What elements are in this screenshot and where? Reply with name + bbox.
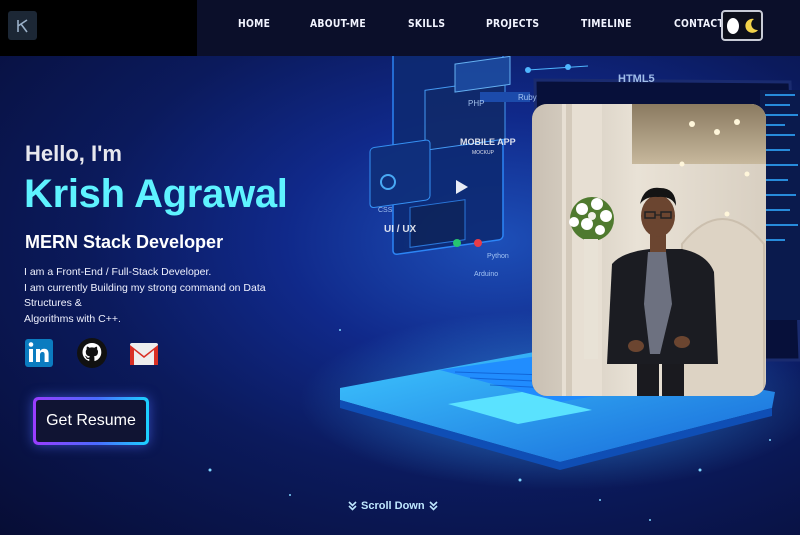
- brand-area: [0, 0, 197, 56]
- linkedin-icon: [25, 339, 53, 367]
- double-chevron-down-icon: [428, 501, 438, 511]
- gmail-icon: [130, 343, 158, 365]
- k-monogram-icon[interactable]: [8, 11, 37, 40]
- bio-line: I am a Front-End / Full-Stack Developer.: [24, 266, 212, 278]
- get-resume-button[interactable]: Get Resume: [33, 397, 149, 445]
- nav-item-skills[interactable]: SKILLS: [408, 18, 445, 30]
- hero-role: MERN Stack Developer: [25, 232, 224, 252]
- double-chevron-down-icon: [348, 501, 357, 511]
- toggle-knob-icon: [726, 17, 739, 34]
- scroll-down-link[interactable]: Scroll Down: [348, 500, 438, 512]
- nav-item-home[interactable]: HOME: [238, 18, 270, 30]
- hero-greeting: Hello, I'm: [25, 141, 122, 166]
- gmail-link[interactable]: [129, 337, 159, 370]
- profile-photo: [532, 104, 766, 396]
- theme-toggle-button[interactable]: [721, 10, 763, 41]
- nav-item-timeline[interactable]: TIMELINE: [581, 18, 632, 30]
- svg-text:CSS: CSS: [378, 207, 393, 214]
- svg-text:PHP: PHP: [468, 99, 484, 108]
- svg-text:MOBILE APP: MOBILE APP: [460, 137, 516, 147]
- nav-menu: HOME ABOUT-ME SKILLS PROJECTS TIMELINE C…: [238, 18, 787, 30]
- hero-bio: I am a Front-End / Full-Stack Developer.…: [24, 265, 314, 327]
- svg-text:Python: Python: [487, 253, 509, 260]
- navbar: HOME ABOUT-ME SKILLS PROJECTS TIMELINE C…: [0, 0, 800, 56]
- scroll-down-label: Scroll Down: [361, 500, 425, 512]
- moon-toggle-icon: [744, 18, 758, 33]
- get-resume-label: Get Resume: [36, 400, 146, 442]
- label-html5: HTML5: [618, 73, 655, 85]
- svg-text:Arduino: Arduino: [474, 271, 498, 278]
- hero-name: Krish Agrawal: [24, 172, 288, 216]
- github-icon: [77, 338, 107, 368]
- linkedin-link[interactable]: [25, 337, 55, 370]
- github-link[interactable]: [76, 337, 107, 370]
- svg-text:Ruby: Ruby: [518, 93, 537, 102]
- nav-item-about-me[interactable]: ABOUT-ME: [310, 18, 366, 30]
- nav-item-projects[interactable]: PROJECTS: [486, 18, 539, 30]
- bio-line: Algorithms with C++.: [24, 312, 121, 325]
- svg-text:UI / UX: UI / UX: [384, 224, 417, 235]
- svg-text:MOCKUP: MOCKUP: [472, 150, 495, 156]
- bio-line: I am currently Building my strong comman…: [24, 281, 266, 310]
